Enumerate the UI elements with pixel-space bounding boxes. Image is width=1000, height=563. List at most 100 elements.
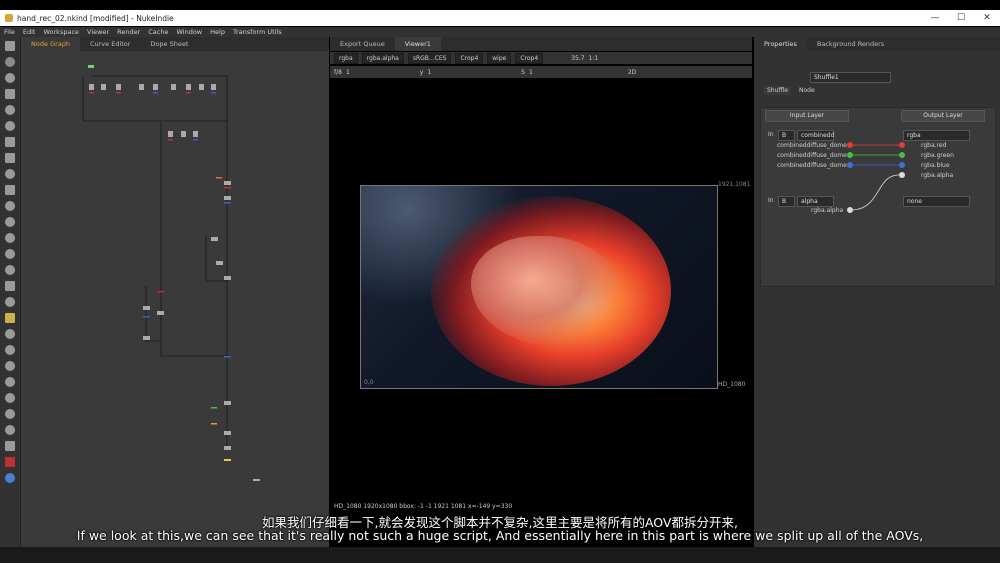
frame-value[interactable]: 1	[346, 69, 350, 76]
viewer-image[interactable]: 0,0	[360, 185, 718, 389]
zoom-value[interactable]: 35.7	[571, 55, 584, 62]
menu-viewer[interactable]: Viewer	[83, 27, 113, 37]
graph-node[interactable]	[101, 84, 106, 90]
tab-curve-editor[interactable]: Curve Editor	[80, 37, 140, 51]
wipe-dropdown[interactable]: wipe	[487, 52, 512, 64]
3d-tool-icon[interactable]	[5, 185, 15, 195]
graph-node[interactable]	[88, 65, 94, 68]
graph-node[interactable]	[216, 261, 223, 265]
image-tool-icon[interactable]	[5, 41, 15, 51]
nodes-tool-icon[interactable]	[5, 361, 15, 371]
graph-node[interactable]	[153, 84, 158, 90]
transform-tool-icon[interactable]	[5, 169, 15, 179]
graph-node[interactable]	[224, 401, 231, 405]
out2-layer-dropdown[interactable]: none	[903, 196, 970, 207]
menu-render[interactable]: Render	[113, 27, 144, 37]
graph-node[interactable]	[186, 84, 191, 90]
furnace-tool-icon[interactable]	[5, 297, 15, 307]
menu-window[interactable]: Window	[172, 27, 206, 37]
s-value[interactable]: 1	[529, 69, 533, 76]
keyer-tool-icon[interactable]	[5, 137, 15, 147]
graph-node[interactable]	[143, 306, 150, 310]
lut-dropdown[interactable]: sRGB...CES	[407, 52, 452, 64]
shape-tool-icon[interactable]	[5, 393, 15, 403]
graph-node[interactable]	[168, 131, 173, 137]
tab-node[interactable]: Node	[796, 86, 818, 95]
shuffle-knobs: Input Layer Output Layer In B combinedd …	[760, 107, 996, 287]
rotate-tool-icon[interactable]	[5, 425, 15, 435]
graph-node[interactable]	[224, 181, 231, 185]
graph-node[interactable]	[211, 237, 218, 241]
node-graph-canvas[interactable]	[21, 51, 329, 547]
b-input-dropdown[interactable]: Crop4	[515, 52, 544, 64]
globe-tool-icon[interactable]	[5, 409, 15, 419]
particles-tool-icon[interactable]	[5, 201, 15, 211]
window-titlebar: hand_rec_02.nkind [modified] - NukeIndie…	[0, 10, 1000, 26]
a-input-dropdown[interactable]: Crop4	[455, 52, 484, 64]
blue-tool-icon[interactable]	[5, 473, 15, 483]
graph-node[interactable]	[224, 196, 231, 200]
graph-tabbar: Node Graph Curve Editor Dope Sheet	[21, 37, 329, 51]
graph-node[interactable]	[89, 84, 94, 90]
graph-node[interactable]	[211, 84, 216, 90]
graph-node[interactable]	[181, 131, 186, 137]
graph-node[interactable]	[116, 84, 121, 90]
graph-node[interactable]	[139, 84, 144, 90]
tab-properties[interactable]: Properties	[754, 37, 807, 51]
channels-dropdown[interactable]: rgba	[334, 52, 358, 64]
menu-file[interactable]: File	[0, 27, 19, 37]
in2-alpha-dot[interactable]	[847, 207, 853, 213]
tab-dope-sheet[interactable]: Dope Sheet	[140, 37, 198, 51]
tab-background-renders[interactable]: Background Renders	[807, 37, 894, 51]
graph-node[interactable]	[224, 431, 231, 435]
format-label: HD_1080	[718, 381, 746, 388]
menu-workspace[interactable]: Workspace	[39, 27, 83, 37]
minimize-icon[interactable]: —	[922, 10, 948, 26]
menu-help[interactable]: Help	[206, 27, 229, 37]
graph-node[interactable]	[199, 84, 204, 90]
menu-transform-utils[interactable]: Transform Utils	[229, 27, 286, 37]
pixel-tool-icon[interactable]	[5, 377, 15, 387]
time-tool-icon[interactable]	[5, 73, 15, 83]
tab-node-graph[interactable]: Node Graph	[21, 37, 80, 51]
graph-node[interactable]	[193, 131, 198, 137]
node-name-field[interactable]: Shuffle1	[810, 72, 891, 83]
fstop-value[interactable]: f/8	[334, 69, 342, 76]
graph-node[interactable]	[157, 311, 164, 315]
graph-node[interactable]	[171, 84, 176, 90]
views-tool-icon[interactable]	[5, 233, 15, 243]
filter-tool-icon[interactable]	[5, 121, 15, 131]
metadata-tool-icon[interactable]	[5, 249, 15, 259]
gizmo-tool-icon[interactable]	[5, 313, 15, 323]
toolsets-tool-icon[interactable]	[5, 265, 15, 275]
draw-tool-icon[interactable]	[5, 57, 15, 67]
tab-viewer1[interactable]: Viewer1	[394, 37, 441, 51]
graph-node[interactable]	[224, 446, 231, 450]
channel-tool-icon[interactable]	[5, 89, 15, 99]
menu-edit[interactable]: Edit	[19, 27, 40, 37]
in2-input-dropdown[interactable]: B	[778, 196, 795, 207]
deep-tool-icon[interactable]	[5, 217, 15, 227]
color-tool-icon[interactable]	[5, 105, 15, 115]
bottom-bar	[0, 547, 1000, 563]
in2-layer-dropdown[interactable]: alpha	[797, 196, 834, 207]
graph-node[interactable]	[253, 479, 260, 481]
view-mode-dropdown[interactable]: 2D	[628, 69, 636, 76]
grid-tool-icon[interactable]	[5, 441, 15, 451]
merge-tool-icon[interactable]	[5, 153, 15, 163]
plugin-tool-icon[interactable]	[5, 329, 15, 339]
tab-export-queue[interactable]: Export Queue	[330, 37, 395, 51]
ratio-value[interactable]: 1:1	[589, 55, 599, 62]
close-icon[interactable]: ✕	[974, 10, 1000, 26]
menu-cache[interactable]: Cache	[144, 27, 172, 37]
other-tool-icon[interactable]	[5, 281, 15, 291]
alpha-dropdown[interactable]: rgba.alpha	[361, 52, 404, 64]
red-tool-icon[interactable]	[5, 457, 15, 467]
graph-node[interactable]	[224, 276, 231, 280]
y-value[interactable]: 1	[427, 69, 431, 76]
graph-node[interactable]	[143, 336, 150, 340]
cara-tool-icon[interactable]	[5, 345, 15, 355]
tab-shuffle[interactable]: Shuffle	[764, 86, 791, 95]
maximize-icon[interactable]: ☐	[948, 10, 974, 26]
viewer-panel: Export Queue Viewer1 rgba rgba.alpha sRG…	[330, 37, 752, 513]
